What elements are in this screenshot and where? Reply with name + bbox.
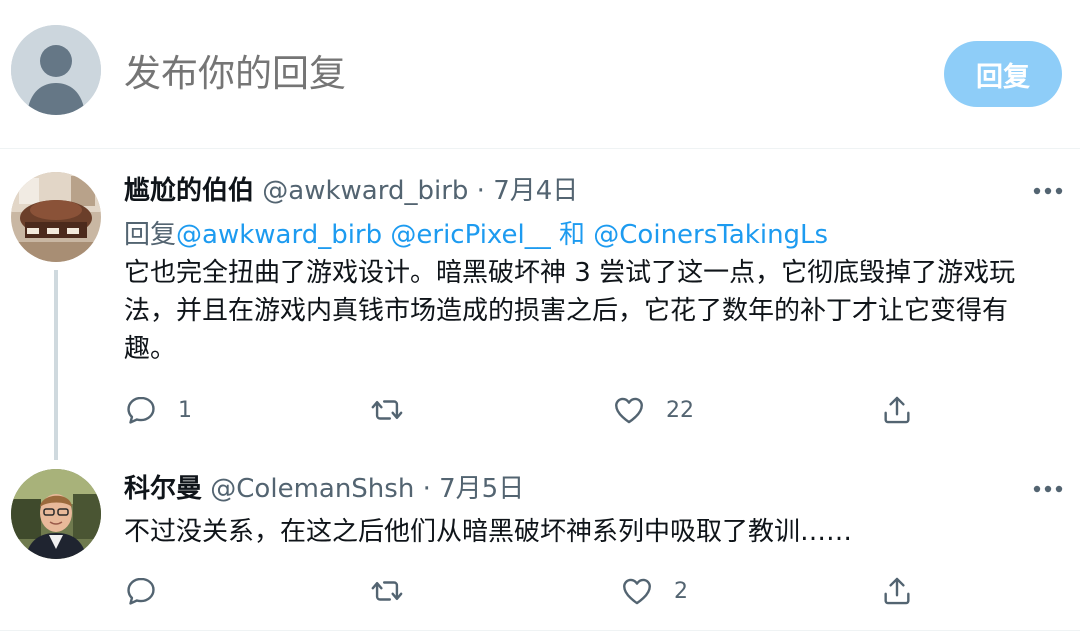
tweet-date[interactable]: 7月5日 bbox=[439, 474, 524, 504]
mention-link[interactable]: @awkward_birb bbox=[176, 220, 382, 250]
separator-dot: · bbox=[422, 474, 431, 504]
user-handle[interactable]: @ColemanShsh bbox=[210, 474, 414, 504]
retweet-icon bbox=[371, 400, 403, 420]
share-action[interactable] bbox=[880, 390, 914, 430]
mention-link[interactable]: @ericPixel__ bbox=[390, 220, 550, 250]
like-count: 22 bbox=[666, 397, 694, 423]
user-handle[interactable]: @awkward_birb bbox=[262, 176, 468, 206]
avatar[interactable] bbox=[11, 172, 101, 262]
tweet-actions: 2 bbox=[124, 571, 924, 611]
tweet-header: 尴尬的伯伯 @awkward_birb · 7月4日 bbox=[124, 172, 578, 210]
like-action[interactable]: 2 bbox=[620, 571, 688, 611]
mention-link[interactable]: @CoinersTakingLs bbox=[593, 220, 828, 250]
tweet-header: 科尔曼 @ColemanShsh · 7月5日 bbox=[124, 470, 524, 508]
like-icon bbox=[623, 578, 651, 605]
retweet-icon bbox=[371, 581, 403, 601]
reply-icon bbox=[127, 577, 155, 605]
share-icon bbox=[884, 577, 910, 605]
user-avatar-image bbox=[11, 469, 101, 559]
tweet[interactable]: 科尔曼 @ColemanShsh · 7月5日 不过没关系，在这之后他们从暗黑破… bbox=[0, 462, 1080, 630]
retweet-action[interactable] bbox=[370, 390, 424, 430]
display-name[interactable]: 尴尬的伯伯 bbox=[124, 176, 254, 206]
tweet-text: 它也完全扭曲了游戏设计。暗黑破坏神 3 尝试了这一点，它彻底毁掉了游戏玩法，并且… bbox=[124, 258, 1016, 364]
reply-compose-area: 回复 bbox=[0, 0, 1080, 149]
thread-connector-line bbox=[54, 270, 58, 460]
more-icon bbox=[1033, 187, 1063, 195]
share-icon bbox=[884, 396, 910, 424]
retweet-action[interactable] bbox=[370, 571, 424, 611]
replying-to: 回复@awkward_birb @ericPixel__ 和 @CoinersT… bbox=[124, 216, 828, 254]
avatar[interactable] bbox=[11, 469, 101, 559]
replying-and: 和 bbox=[559, 220, 586, 250]
reply-icon bbox=[127, 396, 155, 424]
reply-submit-button[interactable]: 回复 bbox=[944, 41, 1062, 107]
more-icon bbox=[1033, 485, 1063, 493]
like-action[interactable]: 22 bbox=[612, 390, 694, 430]
tweet-text: 不过没关系，在这之后他们从暗黑破坏神系列中吸取了教训…… bbox=[124, 517, 853, 547]
bottom-divider bbox=[0, 630, 1080, 631]
like-count: 2 bbox=[674, 578, 688, 604]
my-avatar[interactable] bbox=[11, 25, 101, 115]
reply-count: 1 bbox=[178, 397, 192, 423]
tweet-actions: 1 22 bbox=[124, 390, 924, 430]
more-button[interactable] bbox=[1028, 474, 1068, 504]
reply-action[interactable] bbox=[124, 571, 178, 611]
more-button[interactable] bbox=[1028, 176, 1068, 206]
display-name[interactable]: 科尔曼 bbox=[124, 474, 202, 504]
user-avatar-image bbox=[11, 172, 101, 262]
tweet[interactable]: 尴尬的伯伯 @awkward_birb · 7月4日 回复@awkward_bi… bbox=[0, 150, 1080, 460]
replying-prefix: 回复 bbox=[124, 220, 177, 250]
reply-input[interactable] bbox=[124, 44, 904, 104]
default-avatar-icon bbox=[11, 25, 101, 115]
separator-dot: · bbox=[476, 176, 485, 206]
share-action[interactable] bbox=[880, 571, 914, 611]
like-icon bbox=[615, 397, 643, 424]
reply-action[interactable]: 1 bbox=[124, 390, 192, 430]
tweet-date[interactable]: 7月4日 bbox=[493, 176, 578, 206]
